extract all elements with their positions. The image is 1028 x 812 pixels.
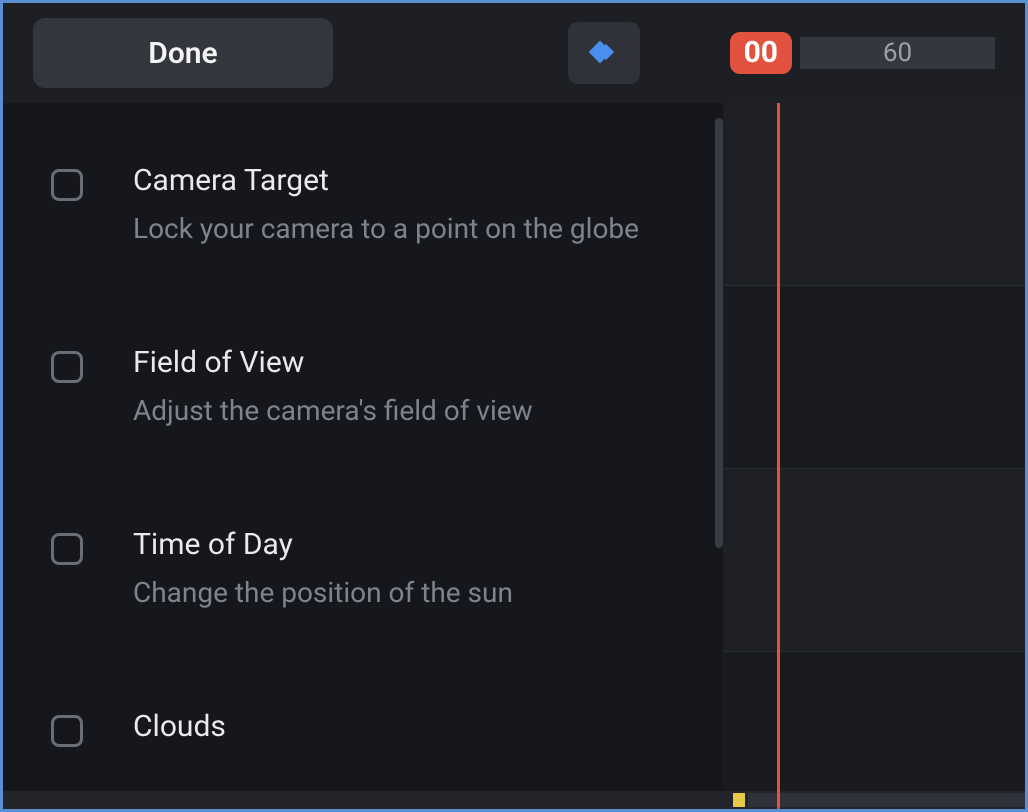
option-text: Clouds xyxy=(133,709,226,758)
time-scale-value: 60 xyxy=(883,38,912,68)
toolbar: Done 00 60 xyxy=(3,3,1025,103)
option-description: Lock your camera to a point on the globe xyxy=(133,212,639,245)
option-title: Field of View xyxy=(133,345,533,380)
time-scale-mark[interactable]: 60 xyxy=(800,37,995,69)
time-current-badge[interactable]: 00 xyxy=(730,32,792,74)
option-camera-target: Camera Target Lock your camera to a poin… xyxy=(3,163,723,245)
timeline-panel[interactable] xyxy=(723,103,1025,809)
scroll-indicator xyxy=(733,793,745,807)
playhead[interactable] xyxy=(777,103,780,809)
options-panel: Camera Target Lock your camera to a poin… xyxy=(3,103,723,809)
option-description: Adjust the camera's field of view xyxy=(133,394,533,427)
scrollbar-horizontal[interactable] xyxy=(3,791,1025,809)
option-field-of-view: Field of View Adjust the camera's field … xyxy=(3,345,723,427)
checkbox-camera-target[interactable] xyxy=(51,169,83,201)
content-area: Camera Target Lock your camera to a poin… xyxy=(3,103,1025,809)
timeline-row[interactable] xyxy=(723,652,1025,809)
checkbox-field-of-view[interactable] xyxy=(51,351,83,383)
option-text: Camera Target Lock your camera to a poin… xyxy=(133,163,639,245)
option-text: Time of Day Change the position of the s… xyxy=(133,527,513,609)
option-title: Clouds xyxy=(133,709,226,744)
timeline-row[interactable] xyxy=(723,286,1025,469)
timeline-header: 00 60 xyxy=(730,32,995,74)
checkbox-time-of-day[interactable] xyxy=(51,533,83,565)
option-text: Field of View Adjust the camera's field … xyxy=(133,345,533,427)
keyframe-button[interactable] xyxy=(568,22,640,84)
done-button[interactable]: Done xyxy=(33,18,333,88)
done-label: Done xyxy=(148,36,217,71)
timeline-row[interactable] xyxy=(723,103,1025,286)
time-current-value: 00 xyxy=(744,35,778,70)
option-title: Camera Target xyxy=(133,163,639,198)
scrollbar-vertical[interactable] xyxy=(715,118,723,548)
checkbox-clouds[interactable] xyxy=(51,715,83,747)
option-clouds: Clouds xyxy=(3,709,723,758)
option-time-of-day: Time of Day Change the position of the s… xyxy=(3,527,723,609)
timeline-row[interactable] xyxy=(723,469,1025,652)
editor-window: Done 00 60 Camera xyxy=(3,3,1025,809)
keyframe-icon xyxy=(586,34,622,73)
scroll-track[interactable] xyxy=(748,793,1025,807)
option-description: Change the position of the sun xyxy=(133,576,513,609)
option-title: Time of Day xyxy=(133,527,513,562)
